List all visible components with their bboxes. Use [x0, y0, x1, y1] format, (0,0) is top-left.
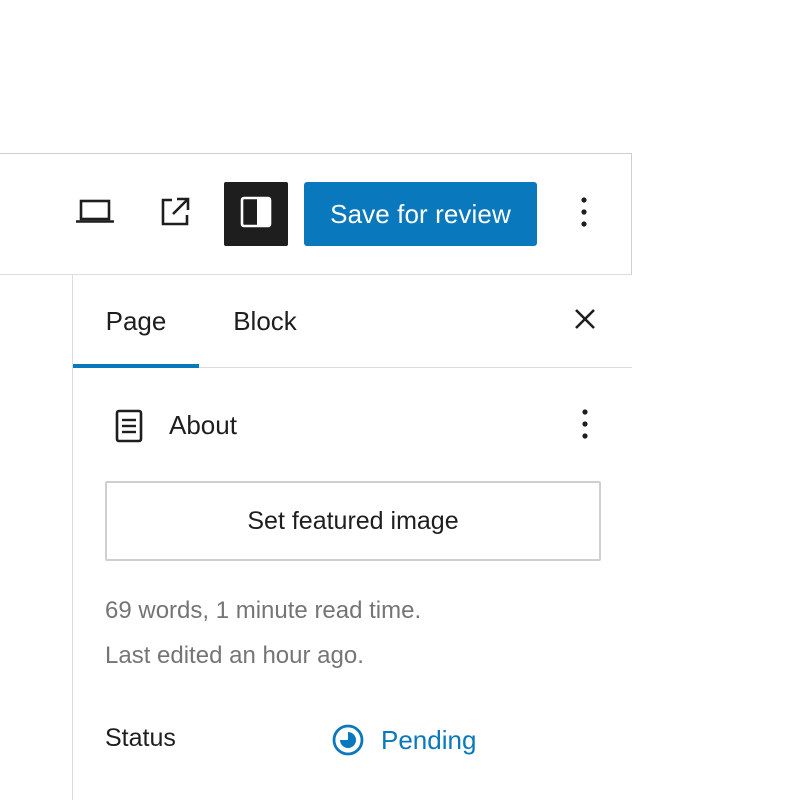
preview-button[interactable] — [63, 182, 127, 246]
sidebar-panel-icon — [240, 196, 272, 233]
options-menu-button[interactable] — [552, 182, 616, 246]
settings-sidebar: Page Block About Set featured image 69 w… — [72, 275, 632, 800]
pending-status-icon — [331, 723, 365, 757]
close-icon — [573, 307, 597, 336]
editor-frame: Save for review Page Block About Set fea… — [0, 153, 632, 800]
view-page-button[interactable] — [143, 182, 207, 246]
set-featured-image-button[interactable]: Set featured image — [105, 481, 601, 561]
laptop-icon — [75, 197, 115, 232]
close-settings-button[interactable] — [561, 289, 609, 353]
editor-header-toolbar: Save for review — [0, 154, 631, 275]
last-edited-text: Last edited an hour ago. — [105, 642, 364, 669]
status-value-button[interactable]: Pending — [331, 720, 476, 760]
status-label: Status — [105, 724, 176, 752]
document-title: About — [169, 410, 237, 440]
document-actions-button[interactable] — [561, 398, 609, 454]
save-for-review-button[interactable]: Save for review — [304, 182, 537, 246]
external-link-icon — [158, 195, 192, 234]
vertical-ellipsis-icon — [581, 408, 589, 445]
tab-page[interactable]: Page — [73, 275, 199, 368]
vertical-ellipsis-icon — [580, 196, 588, 233]
tab-block[interactable]: Block — [199, 275, 331, 368]
settings-toggle-button[interactable] — [224, 182, 288, 246]
document-summary: About — [105, 398, 605, 454]
word-count-text: 69 words, 1 minute read time. — [105, 597, 422, 624]
editor-canvas: Save for review Page Block About Set fea… — [0, 0, 800, 800]
status-value-text: Pending — [381, 724, 477, 755]
sidebar-tabs: Page Block — [73, 275, 632, 368]
page-document-icon — [113, 406, 145, 446]
